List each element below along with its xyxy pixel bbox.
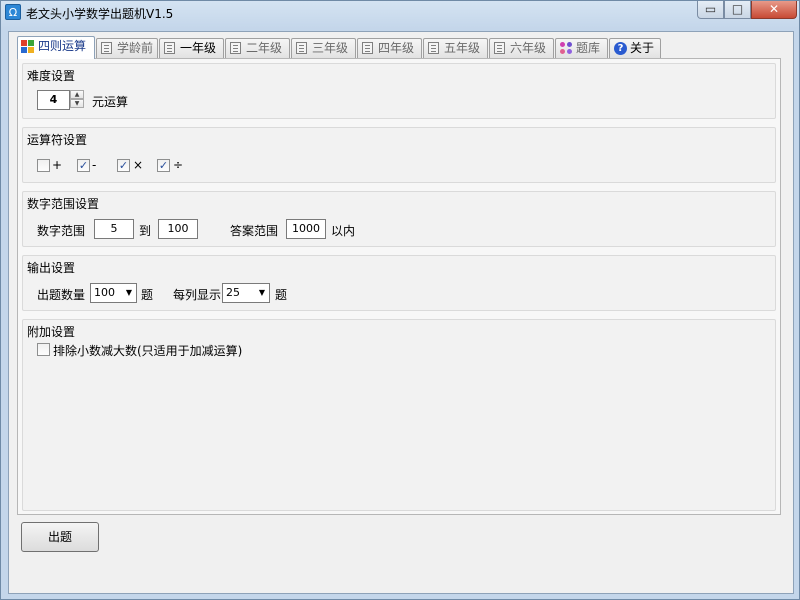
app-icon: Ω [5,4,21,20]
document-icon [296,42,307,54]
range-from-input[interactable]: 5 [94,219,134,239]
minus-checkbox[interactable]: ✓ [77,159,90,172]
close-button[interactable]: ✕ [751,1,797,19]
tab-grade-3[interactable]: 三年级 [291,38,356,58]
tab-preschool[interactable]: 学龄前 [96,38,158,58]
plus-checkbox[interactable] [37,159,50,172]
chevron-down-icon: ▼ [258,288,265,297]
tab-arithmetic[interactable]: 四则运算 [17,36,95,59]
count-select[interactable]: 100 ▼ [90,283,137,303]
document-icon [164,42,175,54]
app-window: Ω 老文头小学数学出题机V1.5 ▭ □ ✕ 四则运算 学龄前 一年级 二年级 … [0,0,800,600]
tab-grade-1[interactable]: 一年级 [159,38,224,58]
per-column-unit-label: 题 [275,288,288,302]
group-title: 附加设置 [27,325,76,339]
extra-group: 附加设置 排除小数减大数(只适用于加减运算) [22,319,776,511]
tab-panel-arithmetic: 难度设置 4 ▲ ▼ 元运算 运算符设置 + ✓ - ✓ × ✓ ÷ 数字范围设… [17,58,781,515]
difficulty-input[interactable]: 4 [37,90,70,110]
document-icon [362,42,373,54]
grid-icon [21,40,35,54]
tab-label: 四年级 [378,41,415,55]
group-title: 输出设置 [27,261,76,275]
count-value: 100 [94,286,115,299]
chevron-down-icon: ▼ [125,288,132,297]
bank-icon [560,42,573,55]
group-title: 数字范围设置 [27,197,100,211]
tab-label: 一年级 [180,41,217,55]
count-label: 出题数量 [37,288,86,302]
exclude-label: 排除小数减大数(只适用于加减运算) [53,344,243,358]
tab-label: 二年级 [246,41,283,55]
group-title: 运算符设置 [27,133,88,147]
within-label: 以内 [331,224,356,238]
info-icon: ? [614,42,627,55]
divide-checkbox[interactable]: ✓ [157,159,170,172]
tab-grade-6[interactable]: 六年级 [489,38,554,58]
range-to-input[interactable]: 100 [158,219,198,239]
answer-range-input[interactable]: 1000 [286,219,326,239]
range-label: 数字范围 [37,224,86,238]
answer-range-label: 答案范围 [230,224,279,238]
operators-group: 运算符设置 + ✓ - ✓ × ✓ ÷ [22,127,776,183]
tab-label: 六年级 [510,41,547,55]
generate-button[interactable]: 出题 [21,522,99,552]
number-range-group: 数字范围设置 数字范围 5 到 100 答案范围 1000 以内 [22,191,776,247]
difficulty-unit-label: 元运算 [92,95,129,109]
minus-label: - [92,158,97,172]
output-group: 输出设置 出题数量 100 ▼ 题 每列显示 25 ▼ 题 [22,255,776,311]
per-column-select[interactable]: 25 ▼ [222,283,270,303]
tab-label: 学龄前 [117,41,154,55]
per-column-label: 每列显示 [173,288,222,302]
window-title: 老文头小学数学出题机V1.5 [26,7,174,21]
count-unit-label: 题 [141,288,154,302]
document-icon [101,42,112,54]
to-label: 到 [139,224,152,238]
minimize-button[interactable]: ▭ [697,1,724,19]
tab-label: 五年级 [444,41,481,55]
tab-about[interactable]: ? 关于 [609,38,661,58]
multiply-checkbox[interactable]: ✓ [117,159,130,172]
group-title: 难度设置 [27,69,76,83]
title-bar[interactable]: Ω 老文头小学数学出题机V1.5 ▭ □ ✕ [1,1,799,25]
spin-up-button[interactable]: ▲ [70,90,84,99]
tab-grade-2[interactable]: 二年级 [225,38,290,58]
tab-grade-4[interactable]: 四年级 [357,38,422,58]
difficulty-group: 难度设置 4 ▲ ▼ 元运算 [22,63,776,119]
document-icon [494,42,505,54]
tab-label: 三年级 [312,41,349,55]
spin-down-button[interactable]: ▼ [70,99,84,108]
tab-grade-5[interactable]: 五年级 [423,38,488,58]
tab-question-bank[interactable]: 题库 [555,38,608,58]
document-icon [428,42,439,54]
client-area: 四则运算 学龄前 一年级 二年级 三年级 四年级 五年级 六年级 题库 ? 关于… [8,31,794,594]
multiply-label: × [133,158,144,172]
tab-label: 关于 [630,41,655,55]
divide-label: ÷ [173,158,184,172]
document-icon [230,42,241,54]
tab-label: 四则运算 [38,39,87,53]
maximize-button[interactable]: □ [724,1,751,19]
plus-label: + [52,158,63,172]
tab-label: 题库 [576,41,601,55]
exclude-checkbox[interactable] [37,343,50,356]
per-column-value: 25 [226,286,240,299]
